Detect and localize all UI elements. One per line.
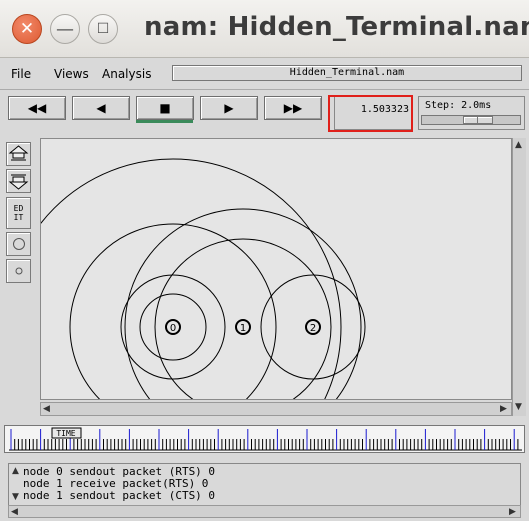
zoom-in-button[interactable]	[6, 142, 31, 166]
canvas-vertical-scrollbar[interactable]: ▲ ▼	[512, 138, 526, 416]
zoom-out-button[interactable]	[6, 169, 31, 193]
menu-file[interactable]: File	[11, 67, 31, 81]
close-window-button[interactable]: ✕	[12, 14, 42, 44]
log-line: node 1 sendout packet (CTS) 0	[23, 489, 216, 502]
minimize-window-button[interactable]: —	[50, 14, 80, 44]
node-2[interactable]: 2	[305, 319, 321, 335]
stop-button[interactable]: ■	[136, 96, 194, 120]
maximize-window-button[interactable]: ☐	[88, 14, 118, 44]
edit-label-top: ED	[13, 204, 24, 213]
step-slider-thumb[interactable]	[463, 116, 493, 124]
timeline-marker-label: TIME	[56, 429, 75, 438]
play-button[interactable]: ▶	[200, 96, 258, 120]
log-scroll-left-icon[interactable]: ◀	[11, 507, 18, 517]
scroll-up-arrow-icon[interactable]: ▲	[515, 140, 522, 150]
small-circle-icon	[15, 267, 22, 275]
timeline-slider[interactable]: TIME	[4, 425, 525, 453]
node-tool-large[interactable]	[6, 232, 31, 256]
stop-active-indicator	[136, 120, 193, 123]
node-0-label: 0	[170, 323, 176, 334]
canvas-horizontal-scrollbar[interactable]: ◀ ▶	[40, 402, 512, 416]
node-1-label: 1	[240, 323, 246, 334]
filename-display: Hidden_Terminal.nam	[172, 65, 522, 81]
edit-label-bottom: IT	[13, 213, 24, 222]
event-log: ▲ ▼ node 0 sendout packet (RTS) 0 node 1…	[8, 463, 521, 507]
tool-panel: ED IT	[6, 140, 33, 410]
rewind-button[interactable]: ◀◀	[8, 96, 66, 120]
edit-button[interactable]: ED IT	[6, 197, 31, 229]
scroll-right-arrow-icon[interactable]: ▶	[500, 404, 507, 414]
step-slider[interactable]	[421, 115, 521, 125]
node-0[interactable]: 0	[165, 319, 181, 335]
range-ring	[69, 223, 277, 399]
zoom-in-icon	[8, 145, 29, 161]
node-tool-small[interactable]	[6, 259, 31, 283]
range-ring	[124, 208, 362, 399]
time-highlight-box	[328, 95, 413, 132]
log-scroll-right-icon[interactable]: ▶	[509, 507, 516, 517]
log-horizontal-scrollbar[interactable]: ◀ ▶	[8, 505, 521, 518]
window-title: nam: Hidden_Terminal.nam	[144, 12, 529, 42]
step-back-button[interactable]: ◀	[72, 96, 130, 120]
log-scroll-up-icon[interactable]: ▲	[12, 466, 19, 476]
node-2-label: 2	[310, 323, 316, 334]
timeline-ticks: TIME	[9, 427, 522, 451]
fast-forward-button[interactable]: ▶▶	[264, 96, 322, 120]
menu-analysis[interactable]: Analysis	[102, 67, 151, 81]
scroll-down-arrow-icon[interactable]: ▼	[515, 402, 522, 412]
topology-view: 0 1 2	[41, 158, 366, 399]
log-scroll-down-icon[interactable]: ▼	[12, 492, 19, 502]
zoom-out-icon	[8, 174, 29, 190]
range-ring	[41, 158, 342, 399]
step-control: Step: 2.0ms	[418, 96, 525, 130]
step-label: Step: 2.0ms	[425, 100, 492, 111]
node-1[interactable]: 1	[235, 319, 251, 335]
scroll-left-arrow-icon[interactable]: ◀	[43, 404, 50, 414]
circle-icon	[12, 238, 25, 250]
network-canvas[interactable]: 0 1 2	[40, 138, 512, 400]
menu-views[interactable]: Views	[54, 67, 89, 81]
